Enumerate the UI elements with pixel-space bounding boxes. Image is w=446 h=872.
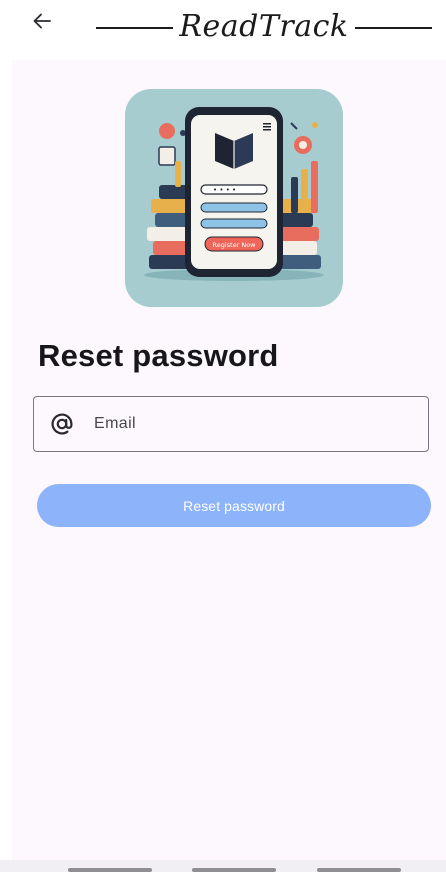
brand-rule-left xyxy=(96,27,174,29)
system-navigation-bar xyxy=(0,860,446,872)
email-input[interactable] xyxy=(92,414,396,434)
book-app-register-illustration: • • • • Register Now xyxy=(144,107,324,281)
nav-home-button[interactable] xyxy=(192,868,276,872)
nav-recent-apps-button[interactable] xyxy=(68,868,152,872)
email-field[interactable] xyxy=(33,396,429,452)
page-title: Reset password xyxy=(38,338,279,373)
back-button[interactable] xyxy=(27,6,57,36)
brand-title: ReadTrack xyxy=(179,8,349,44)
at-icon xyxy=(48,410,76,438)
arrow-left-icon xyxy=(33,13,51,29)
reset-password-button[interactable]: Reset password xyxy=(37,484,431,527)
main-content: • • • • Register Now Reset password Rese… xyxy=(12,60,446,860)
brand-rule-right xyxy=(354,27,432,29)
brand-logo: ReadTrack xyxy=(96,4,432,48)
nav-back-button[interactable] xyxy=(317,868,401,872)
app-bar: ReadTrack xyxy=(0,0,446,60)
phone-register-label: Register Now xyxy=(213,241,257,249)
phone-password-dots: • • • • xyxy=(213,186,236,194)
hero-illustration: • • • • Register Now xyxy=(125,89,343,307)
